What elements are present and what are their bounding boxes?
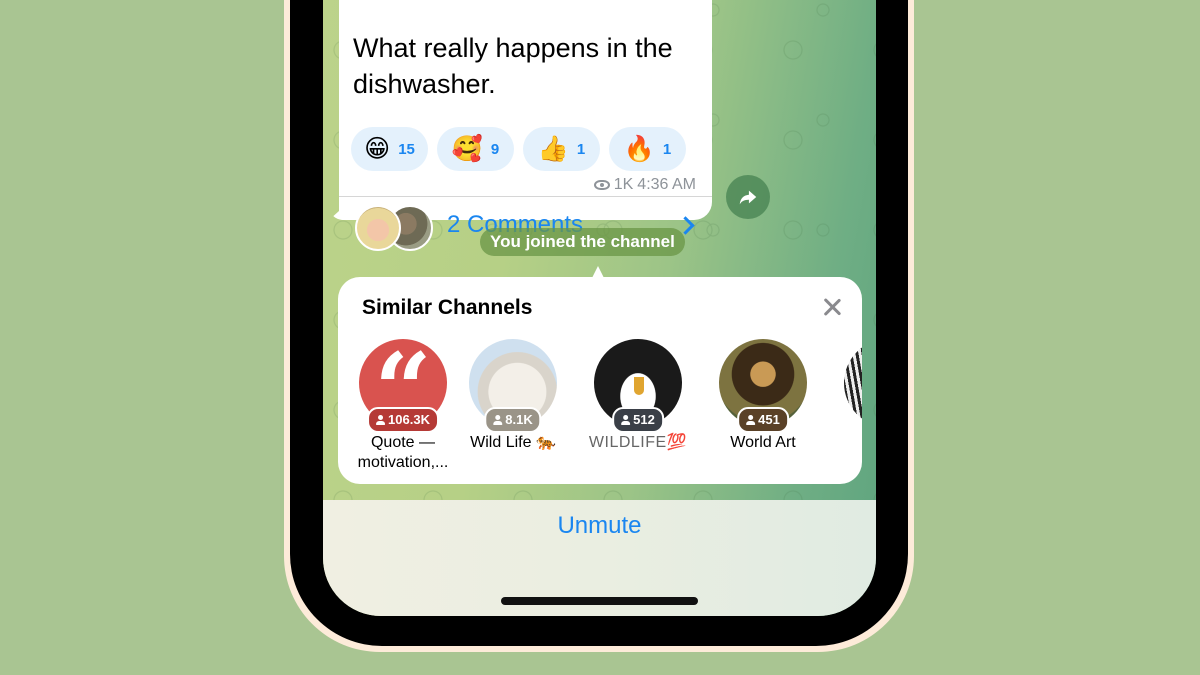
channel-item[interactable]: 451 World Art — [708, 339, 818, 453]
channel-name: WILDLIFE💯 — [588, 434, 688, 451]
channel-name: Quote — motivation,... — [357, 434, 449, 471]
thumbs-up-emoji-icon: 👍 — [537, 134, 569, 163]
service-message-joined: You joined the channel — [480, 228, 685, 256]
channel-name: Wild Life 🐅 — [470, 434, 556, 451]
telegram-chat-screen: What really happens in the dishwasher. 😁… — [323, 0, 876, 616]
similar-channels-list[interactable]: “ 106.3K Quote — motivation,... 8.1K Wil… — [348, 339, 862, 479]
subscriber-count: 451 — [758, 412, 780, 427]
view-count: 1K — [613, 176, 634, 193]
reaction-fire[interactable]: 🔥 1 — [609, 127, 686, 171]
message-bubble[interactable]: What really happens in the dishwasher. 😁… — [339, 0, 712, 251]
reaction-hearts[interactable]: 🥰 9 — [437, 127, 514, 171]
smiling-hearts-emoji-icon: 🥰 — [451, 134, 483, 163]
reactions-row: 😁 15 🥰 9 👍 1 🔥 1 — [351, 127, 686, 171]
subscriber-count: 512 — [633, 412, 655, 427]
subscriber-badge: 512 — [612, 407, 664, 433]
reaction-count: 9 — [490, 140, 500, 158]
reaction-count: 1 — [662, 140, 672, 158]
message-meta: 1K 4:36 AM — [593, 176, 696, 194]
commenter-avatar — [355, 205, 401, 251]
message-time: 4:36 AM — [637, 176, 696, 193]
person-icon — [376, 415, 386, 425]
channel-avatar-zebra — [844, 339, 862, 427]
channel-item[interactable]: 8.1K Wild Life 🐅 — [458, 339, 568, 453]
reaction-count: 15 — [398, 140, 415, 158]
channel-item[interactable]: “ 106.3K Quote — motivation,... — [348, 339, 458, 473]
fire-emoji-icon: 🔥 — [623, 134, 655, 163]
subscriber-count: 106.3K — [388, 412, 430, 427]
subscriber-count: 8.1K — [505, 412, 533, 427]
person-icon — [493, 415, 503, 425]
person-icon — [746, 415, 756, 425]
subscriber-badge: 8.1K — [484, 407, 542, 433]
similar-channels-card: Similar Channels “ 106.3K Quote — motiva… — [338, 277, 862, 484]
reaction-grin[interactable]: 😁 15 — [351, 127, 428, 171]
forward-button[interactable] — [726, 175, 770, 219]
similar-channels-title: Similar Channels — [362, 296, 533, 319]
channel-name: I... — [833, 433, 862, 453]
unmute-button[interactable]: Unmute — [323, 512, 876, 540]
subscriber-badge: 106.3K — [367, 407, 439, 433]
subscriber-badge: 451 — [737, 407, 789, 433]
person-icon — [621, 415, 631, 425]
home-indicator[interactable] — [501, 597, 698, 605]
channel-name: World Art — [730, 434, 796, 451]
message-text: What really happens in the dishwasher. — [353, 33, 673, 99]
bottom-bar: Unmute — [323, 500, 876, 616]
reaction-thumbs-up[interactable]: 👍 1 — [523, 127, 600, 171]
channel-item-partial[interactable]: I... — [833, 339, 862, 453]
grin-emoji-icon: 😁 — [364, 134, 391, 163]
forward-arrow-icon — [739, 190, 757, 205]
reaction-count: 1 — [576, 140, 586, 158]
close-icon[interactable] — [820, 295, 844, 319]
eye-icon — [593, 180, 610, 190]
channel-item[interactable]: 512 WILDLIFE💯 — [583, 339, 693, 453]
